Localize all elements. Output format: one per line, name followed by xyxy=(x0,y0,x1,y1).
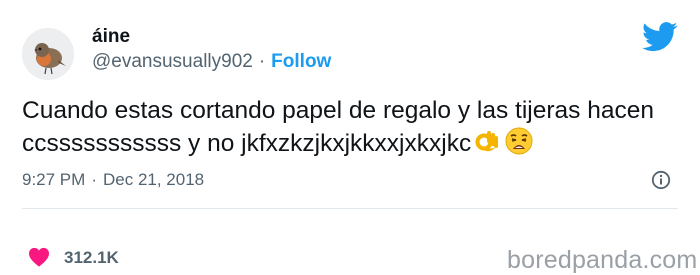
ok-hand-icon xyxy=(475,129,501,164)
watermark: boredpanda.com xyxy=(507,246,698,274)
tweet-date[interactable]: Dec 21, 2018 xyxy=(103,170,204,189)
weary-face-icon xyxy=(505,127,533,164)
twitter-bird-icon[interactable] xyxy=(642,22,678,52)
tweet-time[interactable]: 9:27 PM xyxy=(22,170,85,189)
display-name[interactable]: áine xyxy=(92,26,130,48)
tweet-card: áine @evansusually902 · Follow Cuando esta… xyxy=(0,0,700,274)
handle[interactable]: @evansusually902 xyxy=(92,51,253,72)
handle-row: @evansusually902 · Follow xyxy=(92,51,331,73)
separator-dot: · xyxy=(258,51,266,72)
tweet-text: Cuando estas cortando papel de regalo y … xyxy=(22,95,672,164)
follow-button[interactable]: Follow xyxy=(271,51,331,72)
heart-icon[interactable] xyxy=(28,247,50,267)
tweet-body: Cuando estas cortando papel de regalo y … xyxy=(22,97,654,157)
divider xyxy=(22,208,678,209)
info-icon[interactable] xyxy=(651,170,671,190)
avatar[interactable] xyxy=(22,28,74,80)
like-count[interactable]: 312.1K xyxy=(64,248,119,268)
separator-dot: · xyxy=(91,170,97,189)
timestamp-row: 9:27 PM · Dec 21, 2018 xyxy=(22,170,204,190)
